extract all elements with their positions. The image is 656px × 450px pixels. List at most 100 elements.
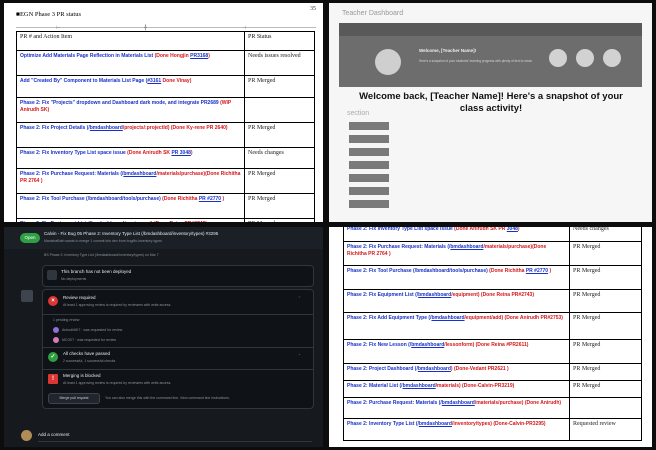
pr-status-cell[interactable]: PR Merged: [569, 339, 642, 364]
pr-status-cell[interactable]: PR Merged: [244, 168, 315, 194]
pr-text: Phase 2: Material List (/: [347, 383, 403, 389]
section-bar[interactable]: [349, 200, 389, 208]
chevron-down-icon[interactable]: ⌄: [298, 352, 301, 356]
pr-action-cell[interactable]: Phase 2: Fix Add Equipment Type (/bmdash…: [343, 312, 570, 340]
pr-link[interactable]: bmdashboard: [411, 342, 444, 348]
deploy-title: This branch has not been deployed: [61, 269, 132, 274]
pr-status-cell[interactable]: PR Merged: [244, 75, 315, 98]
table-row: Phase 2: Project Dashboard (/bmdashboard…: [343, 363, 642, 381]
pr-tail: ): [208, 53, 210, 59]
checks-title: All checks have passed: [63, 351, 111, 356]
deploy-box: This branch has not been deployed No dep…: [42, 265, 314, 287]
pr-link[interactable]: PR #2770: [199, 196, 221, 202]
pr-text: Phase 2: Fix New Lesson (/: [347, 342, 412, 348]
pr-text: Phase 2: Fix Inventory Type List space i…: [347, 227, 455, 232]
pr-link[interactable]: bmdashboard: [91, 221, 124, 222]
section-bar[interactable]: [349, 148, 389, 156]
pr-tail: /inventory/types) (Done-Calvin-PR3295): [451, 421, 546, 427]
github-panel: Open Calvin - Fix Bug 05 Phase 2: Invent…: [4, 227, 323, 447]
pr-status-cell[interactable]: PR Merged: [244, 122, 315, 148]
pr-status-cell[interactable]: PR Merged: [569, 265, 642, 290]
pr-text: Phase 2: Fix Purchase Request: Materials…: [347, 244, 451, 250]
pr-link[interactable]: PR3168: [190, 53, 208, 59]
stat-circle-1[interactable]: [549, 49, 567, 67]
pr-action-cell[interactable]: Phase 2: Fix "Projects" dropdown and Das…: [16, 97, 245, 123]
pr-link[interactable]: bmdashboard: [90, 125, 123, 131]
pr-link[interactable]: bmdashboard: [431, 315, 464, 321]
comment-toolbar[interactable]: [38, 441, 312, 442]
stat-circle-2[interactable]: [576, 49, 594, 67]
section-bar[interactable]: [349, 187, 389, 195]
pr-action-cell[interactable]: Phase 2: Purchase Request: Materials (/b…: [343, 397, 570, 419]
pr-status-cell[interactable]: Needs changes: [244, 147, 315, 169]
check-icon: ✓: [48, 352, 58, 362]
section-bar[interactable]: [349, 122, 389, 130]
table-row: Phase 2: Fix Purchase Request: Materials…: [16, 168, 315, 194]
pr-status-cell[interactable]: PR Merged: [569, 380, 642, 398]
pr-action-cell[interactable]: Optimize Add Materials Page Reflection i…: [16, 50, 245, 76]
pr-status-cell[interactable]: Needs changes: [569, 227, 642, 242]
table-row: Phase 2: Fix Add Equipment Type (/bmdash…: [343, 312, 642, 340]
pr-title[interactable]: Calvin - Fix Bug 05 Phase 2: Inventory T…: [44, 231, 218, 236]
pr-status-cell[interactable]: Needs issues resolved: [244, 50, 315, 76]
pr-action-cell[interactable]: Phase 2: Project Dashboard (/bmdashboard…: [343, 363, 570, 381]
pr-link[interactable]: bmdashboard: [450, 244, 483, 250]
divider: [43, 314, 313, 315]
header-pr: PR # and Action Item: [16, 31, 245, 51]
pr-action-cell[interactable]: Phase 2: Material List (/bmdashboard/mat…: [343, 380, 570, 398]
pr-action-cell[interactable]: Phase 2: Fix Purchase Request: Materials…: [16, 168, 245, 194]
pr-status-cell[interactable]: PR Merged: [569, 289, 642, 313]
pr-status-cell[interactable]: Requested review: [569, 418, 642, 441]
table-row: Optimize Add Materials Page Reflection i…: [16, 50, 315, 76]
header-status: PR Status: [244, 31, 315, 51]
pr-status-cell[interactable]: PR Merged: [569, 312, 642, 340]
stat-circle-3[interactable]: [603, 49, 621, 67]
pr-link[interactable]: PR #2770: [526, 268, 548, 274]
pr-link[interactable]: bmdashboard: [418, 292, 451, 298]
pr-action-cell[interactable]: Phase 2: Fix Tool Purchase (/bmdashboard…: [343, 265, 570, 290]
pr-action-cell[interactable]: Phase 2: Fix Tool Purchase (/bmdashboard…: [16, 193, 245, 219]
pr-status-cell[interactable]: PR Merged: [569, 241, 642, 266]
pr-link[interactable]: bmdashboard: [442, 400, 475, 406]
reviewer-2[interactable]: MCG07 · was requested for review: [62, 338, 116, 342]
reviewer-1[interactable]: Anirudh5K7 · was requested for review: [62, 328, 122, 332]
chevron-up-icon[interactable]: ⌃: [298, 296, 301, 300]
pr-tail: ): [517, 227, 520, 232]
pr-link[interactable]: bmdashboard: [403, 383, 436, 389]
pr-action-cell[interactable]: Phase 2: Fix Equipment List (/bmdashboar…: [16, 218, 245, 222]
table-row: Phase 2: Fix Inventory Type List space i…: [16, 147, 315, 169]
pr-status-cell[interactable]: PR Merged: [569, 363, 642, 381]
pending-reviews[interactable]: 1 pending review: [53, 318, 79, 322]
pr-status-cell[interactable]: [244, 97, 315, 123]
pr-action-cell[interactable]: Phase 2: Fix Inventory Type List space i…: [16, 147, 245, 169]
pr-link[interactable]: bmdashboard: [419, 421, 452, 427]
pr-link[interactable]: PR 3048: [171, 150, 190, 156]
pr-status-cell[interactable]: [569, 397, 642, 419]
pr-action-cell[interactable]: Phase 2: Fix Equipment List (/bmdashboar…: [343, 289, 570, 313]
table-row: Phase 2: Fix "Projects" dropdown and Das…: [16, 97, 315, 123]
avatar[interactable]: [375, 49, 401, 75]
table-row: Phase 2: Fix Purchase Request: Materials…: [343, 241, 642, 266]
pr-link[interactable]: #3161: [147, 78, 161, 84]
pr-action-cell[interactable]: Phase 2: Fix Purchase Request: Materials…: [343, 241, 570, 266]
pr-status-table-continued: Phase 2: Fix Inventory Type List space i…: [343, 227, 642, 441]
pr-status-cell[interactable]: PR Merged: [244, 218, 315, 222]
merge-button[interactable]: Merge pull request: [48, 393, 100, 404]
pr-action-cell[interactable]: Phase 2: Fix Inventory Type List space i…: [343, 227, 570, 242]
pr-action-cell[interactable]: Phase 2: Fix New Lesson (/bmdashboard/le…: [343, 339, 570, 364]
pr-owner: (Done Anirudh SK: [127, 150, 172, 156]
pr-text: Phase 2: Fix Purchase Request: Materials…: [20, 171, 124, 177]
section-bar[interactable]: [349, 161, 389, 169]
pr-text: Phase 2: Fix Tool Purchase (/bmdashboard…: [20, 196, 163, 202]
pr-action-cell[interactable]: Phase 2: Fix Project Details (/bmdashboa…: [16, 122, 245, 148]
pr-link[interactable]: bmdashboard: [123, 171, 156, 177]
section-bar[interactable]: [349, 174, 389, 182]
section-bar[interactable]: [349, 135, 389, 143]
pr-link[interactable]: 3048: [507, 227, 518, 232]
pr-action-cell[interactable]: Add "Created By" Component to Materials …: [16, 75, 245, 98]
pr-link[interactable]: bmdashboard: [418, 366, 451, 372]
blocked-sub: At least 1 approving review is required …: [63, 381, 172, 385]
pr-action-cell[interactable]: Phase 2: Inventory Type List (/bmdashboa…: [343, 418, 570, 441]
pr-status-cell[interactable]: PR Merged: [244, 193, 315, 219]
table-row: Add "Created By" Component to Materials …: [16, 75, 315, 98]
